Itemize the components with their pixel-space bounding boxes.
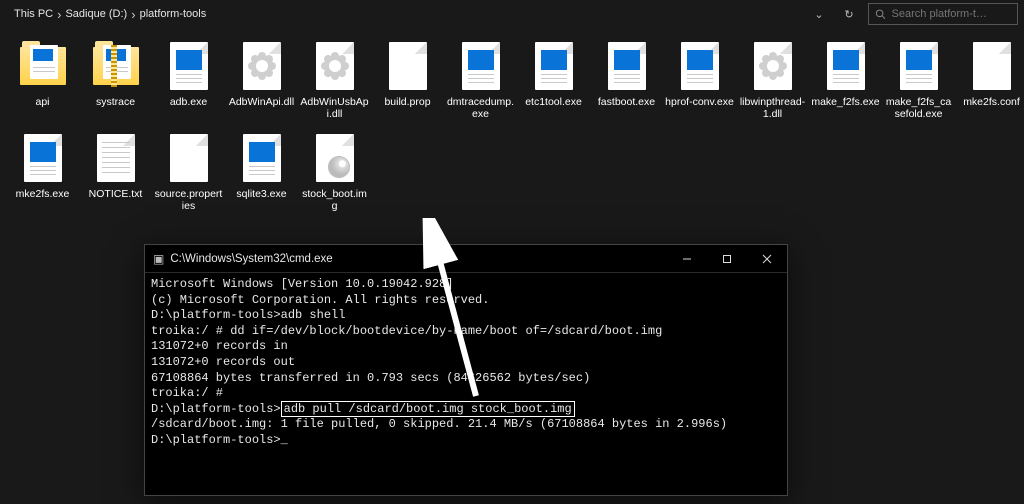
file-type-icon xyxy=(750,38,796,94)
file-label: NOTICE.txt xyxy=(89,188,143,200)
file-label: AdbWinApi.dll xyxy=(229,96,294,108)
search-box[interactable] xyxy=(868,3,1018,25)
breadcrumb-history-dropdown[interactable]: ⌄ xyxy=(806,3,832,25)
file-label: etc1tool.exe xyxy=(525,96,582,108)
cmd-title: C:\Windows\System32\cmd.exe xyxy=(170,253,667,265)
file-grid: api systrace adb.exe AdbWinApi.dll AdbWinUsb… xyxy=(0,28,1024,214)
file-label: adb.exe xyxy=(170,96,207,108)
file-type-icon xyxy=(531,38,577,94)
file-item[interactable]: systrace xyxy=(79,34,152,122)
file-item[interactable]: adb.exe xyxy=(152,34,225,122)
file-item[interactable]: make_f2fs.exe xyxy=(809,34,882,122)
file-label: source.properties xyxy=(154,188,223,212)
file-type-icon xyxy=(604,38,650,94)
file-type-icon xyxy=(896,38,942,94)
maximize-button[interactable] xyxy=(707,245,747,273)
file-label: api xyxy=(35,96,49,108)
file-type-icon xyxy=(93,130,139,186)
file-type-icon xyxy=(823,38,869,94)
file-item[interactable]: make_f2fs_casefold.exe xyxy=(882,34,955,122)
file-label: dmtracedump.exe xyxy=(446,96,515,120)
file-item[interactable]: mke2fs.exe xyxy=(6,126,79,214)
close-button[interactable] xyxy=(747,245,787,273)
file-item[interactable]: source.properties xyxy=(152,126,225,214)
file-type-icon xyxy=(312,38,358,94)
breadcrumb-item[interactable]: platform-tools xyxy=(140,8,207,20)
file-item[interactable]: stock_boot.img xyxy=(298,126,371,214)
file-type-icon xyxy=(166,130,212,186)
minimize-button[interactable] xyxy=(667,245,707,273)
file-type-icon xyxy=(385,38,431,94)
file-label: mke2fs.conf xyxy=(963,96,1020,108)
file-item[interactable]: build.prop xyxy=(371,34,444,122)
file-type-icon xyxy=(969,38,1015,94)
file-item[interactable]: AdbWinUsbApi.dll xyxy=(298,34,371,122)
file-type-icon xyxy=(239,38,285,94)
file-type-icon xyxy=(20,130,66,186)
file-item[interactable]: NOTICE.txt xyxy=(79,126,152,214)
file-label: mke2fs.exe xyxy=(16,188,70,200)
file-item[interactable]: AdbWinApi.dll xyxy=(225,34,298,122)
annotation-arrow-icon xyxy=(420,218,510,418)
file-label: stock_boot.img xyxy=(300,188,369,212)
file-label: fastboot.exe xyxy=(598,96,655,108)
file-type-icon xyxy=(166,38,212,94)
file-item[interactable]: etc1tool.exe xyxy=(517,34,590,122)
file-label: systrace xyxy=(96,96,135,108)
file-item[interactable]: libwinpthread-1.dll xyxy=(736,34,809,122)
breadcrumb[interactable]: This PC Sadique (D:) platform-tools xyxy=(6,3,800,25)
breadcrumb-item[interactable]: This PC xyxy=(14,8,53,20)
file-item[interactable]: api xyxy=(6,34,79,122)
cmd-line: /sdcard/boot.img: 1 file pulled, 0 skipp… xyxy=(151,417,781,433)
file-type-icon xyxy=(20,38,66,94)
file-label: hprof-conv.exe xyxy=(665,96,734,108)
file-item[interactable]: dmtracedump.exe xyxy=(444,34,517,122)
file-item[interactable]: sqlite3.exe xyxy=(225,126,298,214)
file-label: make_f2fs_casefold.exe xyxy=(884,96,953,120)
file-item[interactable]: hprof-conv.exe xyxy=(663,34,736,122)
file-type-icon xyxy=(312,130,358,186)
file-type-icon xyxy=(458,38,504,94)
chevron-right-icon xyxy=(57,7,61,22)
file-label: make_f2fs.exe xyxy=(811,96,879,108)
refresh-button[interactable]: ↻ xyxy=(836,3,862,25)
file-type-icon xyxy=(677,38,723,94)
chevron-right-icon xyxy=(131,7,135,22)
cmd-prompt[interactable]: D:\platform-tools>_ xyxy=(151,433,781,449)
file-label: sqlite3.exe xyxy=(236,188,286,200)
file-type-icon xyxy=(239,130,285,186)
file-item[interactable]: fastboot.exe xyxy=(590,34,663,122)
cmd-icon: ▣ xyxy=(153,252,164,266)
file-label: libwinpthread-1.dll xyxy=(738,96,807,120)
file-label: build.prop xyxy=(384,96,430,108)
file-label: AdbWinUsbApi.dll xyxy=(300,96,369,120)
file-type-icon xyxy=(93,38,139,94)
breadcrumb-item[interactable]: Sadique (D:) xyxy=(65,8,127,20)
file-item[interactable]: mke2fs.conf xyxy=(955,34,1024,122)
search-icon xyxy=(875,8,886,20)
search-input[interactable] xyxy=(892,8,1011,20)
